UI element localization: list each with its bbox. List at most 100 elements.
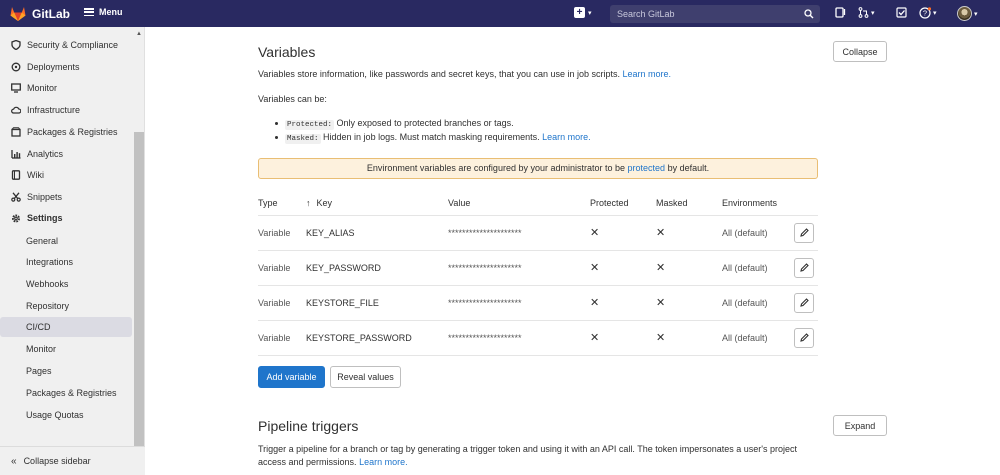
search-input[interactable] [617, 9, 797, 19]
variables-table: Type ↑ Key Value Protected Masked Environ… [258, 192, 818, 356]
edit-variable-button[interactable] [794, 222, 814, 243]
monitor-icon [11, 83, 21, 93]
sidebar-subitem-general[interactable]: General [0, 231, 132, 251]
masked-learn-more-link[interactable]: Learn more. [542, 132, 591, 142]
chevron-down-icon: ▾ [933, 10, 937, 17]
scissors-icon [11, 192, 21, 202]
sidebar-item-settings[interactable]: Settings [0, 208, 132, 228]
sidebar-item-label: Wiki [27, 170, 44, 180]
scroll-up-arrow-icon[interactable]: ▲ [136, 31, 142, 37]
table-row: Variable KEYSTORE_FILE *****************… [258, 285, 818, 321]
table-row: Variable KEY_PASSWORD ******************… [258, 250, 818, 286]
sidebar-item-label: Security & Compliance [27, 40, 119, 50]
variable-key: KEY_PASSWORD [306, 250, 448, 286]
bullet-dot [275, 122, 278, 125]
gitlab-logo-icon[interactable] [10, 6, 26, 21]
sidebar-item-security-compliance[interactable]: Security & Compliance [0, 35, 132, 55]
chevron-down-icon: ▾ [871, 9, 875, 17]
column-header-key[interactable]: ↑ Key [306, 192, 448, 216]
collapse-button[interactable]: Collapse [833, 41, 887, 62]
chevron-down-icon: ▾ [974, 10, 978, 18]
sidebar-item-infrastructure[interactable]: Infrastructure [0, 100, 132, 120]
todo-check-icon [896, 7, 907, 18]
sidebar-subitem-webhooks[interactable]: Webhooks [0, 274, 132, 294]
issues-icon [835, 7, 846, 18]
package-icon [11, 127, 21, 137]
masked-bullet: Masked: Hidden in job logs. Must match m… [285, 132, 591, 144]
sidebar-item-analytics[interactable]: Analytics [0, 144, 132, 164]
edit-variable-button[interactable] [794, 292, 814, 313]
reveal-values-button[interactable]: Reveal values [330, 366, 401, 388]
sidebar-subitem-packages-registries[interactable]: Packages & Registries [0, 383, 132, 403]
sidebar-item-packages-registries[interactable]: Packages & Registries [0, 122, 132, 142]
chevron-down-icon: ▾ [588, 9, 592, 17]
search-icon[interactable] [804, 9, 814, 19]
masked-code-tag: Masked: [285, 134, 321, 144]
double-chevron-left-icon: « [11, 455, 17, 467]
sidebar-subitem-label: General [26, 236, 59, 246]
help-dropdown[interactable]: ? ▾ [919, 7, 937, 19]
rocket-icon [11, 62, 21, 72]
edit-variable-button[interactable] [794, 327, 814, 348]
variables-can-be-text: Variables can be: [258, 94, 327, 104]
sidebar-subitem-label: Packages & Registries [26, 388, 117, 398]
help-icon: ? [919, 7, 931, 19]
sidebar-subitem-label: Integrations [26, 257, 74, 267]
variable-key: KEYSTORE_FILE [306, 285, 448, 321]
menu-button[interactable]: Menu [84, 7, 123, 17]
sidebar-scrollbar[interactable] [134, 132, 144, 467]
table-row: Variable KEY_ALIAS *********************… [258, 215, 818, 251]
todos-button[interactable] [896, 7, 907, 18]
sidebar-subitem-ci-cd[interactable]: CI/CD [0, 317, 132, 337]
learn-more-link[interactable]: Learn more. [623, 69, 672, 79]
search-box[interactable] [610, 5, 820, 23]
sidebar-item-deployments[interactable]: Deployments [0, 57, 132, 77]
alert-protected-link[interactable]: protected [628, 163, 666, 173]
sidebar-item-wiki[interactable]: Wiki [0, 165, 132, 185]
triggers-learn-more-link[interactable]: Learn more. [359, 457, 408, 467]
avatar [957, 6, 972, 21]
sidebar-subitem-monitor[interactable]: Monitor [0, 339, 132, 359]
sidebar-item-monitor[interactable]: Monitor [0, 78, 132, 98]
variable-value-masked: ********************* [448, 285, 590, 321]
sidebar-subitem-integrations[interactable]: Integrations [0, 252, 132, 272]
sidebar-subitem-usage-quotas[interactable]: Usage Quotas [0, 405, 132, 425]
sidebar-subitem-repository[interactable]: Repository [0, 296, 132, 316]
top-navbar: GitLab Menu + ▾ ▾ ? ▾ ▾ [0, 0, 1000, 27]
sidebar-item-label: Analytics [27, 149, 64, 159]
masked-text: Hidden in job logs. Must match masking r… [323, 132, 540, 142]
sidebar-item-label: Snippets [27, 192, 63, 202]
variables-title: Variables [258, 44, 316, 60]
protected-x-icon: ✕ [590, 227, 600, 239]
bullet-dot [275, 136, 278, 139]
brand-name[interactable]: GitLab [32, 7, 70, 21]
sidebar: ▲ Security & Compliance Deployments Moni… [0, 27, 145, 475]
new-item-dropdown[interactable]: + ▾ [574, 7, 592, 18]
collapse-sidebar-button[interactable]: « Collapse sidebar [0, 446, 145, 475]
protected-x-icon: ✕ [590, 332, 600, 344]
edit-variable-button[interactable] [794, 257, 814, 278]
add-variable-button[interactable]: Add variable [258, 366, 325, 388]
sidebar-subitem-pages[interactable]: Pages [0, 361, 132, 381]
triggers-description-line2: access and permissions. Learn more. [258, 457, 408, 467]
sidebar-subitem-label: Repository [26, 301, 70, 311]
sidebar-item-label: Infrastructure [27, 105, 81, 115]
sidebar-subitem-label: Webhooks [26, 279, 69, 289]
merge-requests-dropdown[interactable]: ▾ [858, 7, 875, 18]
issues-button[interactable] [835, 7, 846, 18]
hamburger-icon [84, 8, 94, 16]
plus-square-icon: + [574, 7, 585, 18]
sidebar-item-snippets[interactable]: Snippets [0, 187, 132, 207]
protected-x-icon: ✕ [590, 297, 600, 309]
chart-icon [11, 149, 21, 159]
user-menu-dropdown[interactable]: ▾ [957, 6, 978, 21]
pipeline-triggers-title: Pipeline triggers [258, 418, 359, 434]
description-text: Variables store information, like passwo… [258, 69, 621, 79]
book-icon [11, 170, 21, 180]
masked-x-icon: ✕ [656, 297, 666, 309]
sidebar-subitem-label: CI/CD [26, 322, 51, 332]
protected-code-tag: Protected: [285, 120, 335, 130]
expand-button[interactable]: Expand [833, 415, 887, 436]
column-header-key-label: Key [316, 198, 333, 209]
variable-key: KEY_ALIAS [306, 215, 448, 251]
